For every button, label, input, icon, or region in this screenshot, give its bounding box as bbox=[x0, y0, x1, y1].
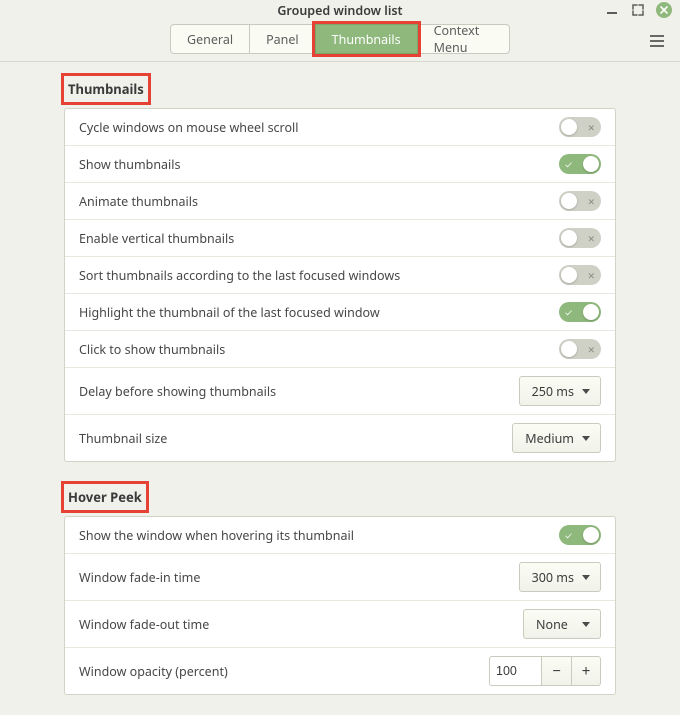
row-show-thumbnails: Show thumbnails bbox=[65, 145, 615, 182]
minimize-button[interactable] bbox=[604, 2, 620, 18]
x-icon bbox=[587, 232, 595, 245]
x-icon bbox=[587, 195, 595, 208]
chevron-down-icon bbox=[582, 575, 590, 580]
label-hover-show: Show the window when hovering its thumbn… bbox=[79, 527, 354, 544]
label-fadein: Window fade-in time bbox=[79, 569, 200, 586]
dropdown-size[interactable]: Medium bbox=[512, 423, 601, 453]
panel-hover-peek: Show the window when hovering its thumbn… bbox=[64, 516, 616, 695]
close-icon bbox=[659, 5, 669, 15]
toggle-knob bbox=[561, 341, 577, 357]
label-opacity: Window opacity (percent) bbox=[79, 663, 228, 680]
label-click-thumbnails: Click to show thumbnails bbox=[79, 341, 225, 358]
toggle-cycle-windows[interactable] bbox=[559, 117, 601, 137]
dropdown-fadein[interactable]: 300 ms bbox=[519, 562, 601, 592]
toggle-knob bbox=[561, 119, 577, 135]
toggle-knob bbox=[583, 156, 599, 172]
toggle-knob bbox=[561, 230, 577, 246]
row-fadeout: Window fade-out time None bbox=[65, 600, 615, 647]
x-icon bbox=[587, 121, 595, 134]
opacity-plus-button[interactable]: + bbox=[571, 656, 601, 686]
toggle-click-thumbnails[interactable] bbox=[559, 339, 601, 359]
section-thumbnails: Thumbnails Cycle windows on mouse wheel … bbox=[64, 76, 616, 462]
titlebar: Grouped window list bbox=[0, 0, 680, 20]
hamburger-icon bbox=[650, 35, 664, 47]
label-animate-thumbnails: Animate thumbnails bbox=[79, 193, 198, 210]
label-size: Thumbnail size bbox=[79, 430, 167, 447]
row-animate-thumbnails: Animate thumbnails bbox=[65, 182, 615, 219]
row-fadein: Window fade-in time 300 ms bbox=[65, 553, 615, 600]
window-title: Grouped window list bbox=[0, 2, 680, 19]
chevron-down-icon bbox=[582, 622, 590, 627]
toggle-highlight-thumbnail[interactable] bbox=[559, 302, 601, 322]
section-heading-thumbnails: Thumbnails bbox=[64, 76, 148, 102]
dropdown-delay[interactable]: 250 ms bbox=[519, 376, 601, 406]
dropdown-size-value: Medium bbox=[525, 430, 574, 447]
maximize-button[interactable] bbox=[630, 2, 646, 18]
toggle-vertical-thumbnails[interactable] bbox=[559, 228, 601, 248]
panel-thumbnails: Cycle windows on mouse wheel scroll Show… bbox=[64, 108, 616, 462]
content: Thumbnails Cycle windows on mouse wheel … bbox=[0, 62, 680, 715]
toggle-knob bbox=[583, 304, 599, 320]
check-icon bbox=[565, 529, 572, 541]
window-controls bbox=[604, 2, 672, 18]
minimize-icon bbox=[607, 12, 617, 14]
maximize-icon bbox=[632, 4, 644, 16]
toggle-animate-thumbnails[interactable] bbox=[559, 191, 601, 211]
row-opacity: Window opacity (percent) − + bbox=[65, 647, 615, 694]
close-button[interactable] bbox=[656, 2, 672, 18]
row-sort-thumbnails: Sort thumbnails according to the last fo… bbox=[65, 256, 615, 293]
tabstrip: General Panel Thumbnails Context Menu bbox=[170, 24, 510, 54]
toolbar: General Panel Thumbnails Context Menu bbox=[0, 20, 680, 62]
tab-context-menu[interactable]: Context Menu bbox=[417, 24, 510, 54]
toggle-show-thumbnails[interactable] bbox=[559, 154, 601, 174]
row-hover-show: Show the window when hovering its thumbn… bbox=[65, 517, 615, 553]
row-click-thumbnails: Click to show thumbnails bbox=[65, 330, 615, 367]
row-vertical-thumbnails: Enable vertical thumbnails bbox=[65, 219, 615, 256]
section-heading-hover-peek: Hover Peek bbox=[64, 484, 146, 510]
tab-general[interactable]: General bbox=[170, 24, 250, 54]
label-cycle-windows: Cycle windows on mouse wheel scroll bbox=[79, 119, 298, 136]
section-hover-peek: Hover Peek Show the window when hovering… bbox=[64, 484, 616, 695]
row-delay: Delay before showing thumbnails 250 ms bbox=[65, 367, 615, 414]
toggle-hover-show[interactable] bbox=[559, 525, 601, 545]
label-show-thumbnails: Show thumbnails bbox=[79, 156, 181, 173]
opacity-input[interactable] bbox=[489, 656, 541, 686]
plus-icon: + bbox=[582, 661, 591, 681]
toggle-knob bbox=[561, 193, 577, 209]
tab-panel[interactable]: Panel bbox=[249, 24, 316, 54]
opacity-minus-button[interactable]: − bbox=[541, 656, 571, 686]
row-cycle-windows: Cycle windows on mouse wheel scroll bbox=[65, 109, 615, 145]
chevron-down-icon bbox=[582, 436, 590, 441]
tab-thumbnails[interactable]: Thumbnails bbox=[315, 24, 418, 54]
x-icon bbox=[587, 269, 595, 282]
label-fadeout: Window fade-out time bbox=[79, 616, 209, 633]
label-sort-thumbnails: Sort thumbnails according to the last fo… bbox=[79, 267, 400, 284]
x-icon bbox=[587, 343, 595, 356]
spinbox-opacity: − + bbox=[489, 656, 601, 686]
row-size: Thumbnail size Medium bbox=[65, 414, 615, 461]
dropdown-fadein-value: 300 ms bbox=[532, 569, 574, 586]
toggle-knob bbox=[583, 527, 599, 543]
dropdown-delay-value: 250 ms bbox=[532, 383, 574, 400]
row-highlight-thumbnail: Highlight the thumbnail of the last focu… bbox=[65, 293, 615, 330]
menu-button[interactable] bbox=[646, 30, 668, 52]
toggle-knob bbox=[561, 267, 577, 283]
label-highlight-thumbnail: Highlight the thumbnail of the last focu… bbox=[79, 304, 380, 321]
check-icon bbox=[565, 306, 572, 318]
chevron-down-icon bbox=[582, 389, 590, 394]
dropdown-fadeout[interactable]: None bbox=[523, 609, 601, 639]
dropdown-fadeout-value: None bbox=[536, 616, 568, 633]
label-delay: Delay before showing thumbnails bbox=[79, 383, 276, 400]
toggle-sort-thumbnails[interactable] bbox=[559, 265, 601, 285]
check-icon bbox=[565, 158, 572, 170]
label-vertical-thumbnails: Enable vertical thumbnails bbox=[79, 230, 234, 247]
minus-icon: − bbox=[552, 661, 561, 681]
